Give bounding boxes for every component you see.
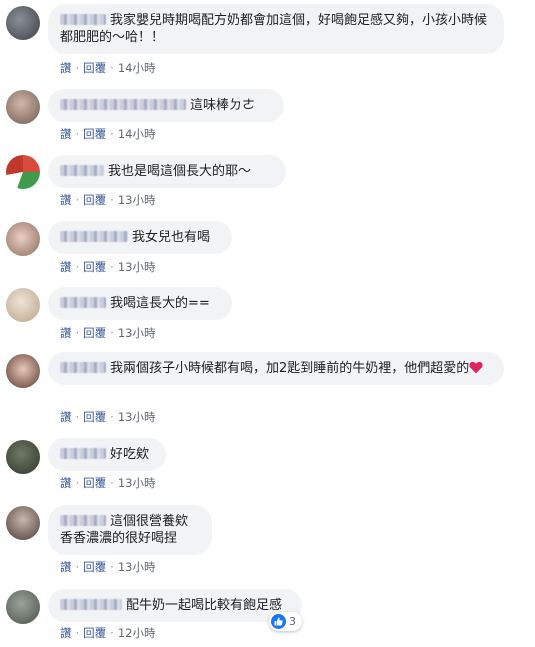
comment-text: 我兩個孩子小時候都有喝，加2匙到睡前的牛奶裡，他們超愛的	[110, 361, 470, 376]
avatar[interactable]	[6, 222, 40, 256]
comment-bubble: 配牛奶一起喝比較有飽足感 3	[48, 589, 302, 631]
commenter-name[interactable]	[60, 165, 104, 176]
like-link[interactable]: 讚	[60, 626, 72, 640]
commenter-name[interactable]	[60, 231, 128, 242]
avatar[interactable]	[6, 6, 40, 40]
avatar[interactable]	[6, 590, 40, 624]
timestamp[interactable]: 14小時	[118, 127, 156, 141]
reply-link[interactable]: 回覆	[83, 193, 106, 207]
reply-link[interactable]: 回覆	[83, 410, 106, 424]
avatar[interactable]	[6, 506, 40, 540]
comment-bubble: 我家嬰兒時期喝配方奶都會加這個，好喝飽足感又夠，小孩小時候都肥肥的～哈！！	[48, 4, 504, 54]
thumbs-up-icon	[271, 614, 286, 629]
avatar[interactable]	[6, 90, 40, 124]
comment-text: 我也是喝這個長大的耶～	[108, 164, 252, 179]
avatar[interactable]	[6, 354, 40, 388]
comment-bubble: 我女兒也有喝	[48, 221, 232, 254]
avatar[interactable]	[6, 288, 40, 322]
comment-actions: 讚 · 回覆 · 13小時	[60, 193, 156, 207]
like-link[interactable]: 讚	[60, 410, 72, 424]
comment-bubble: 好吃欸	[48, 438, 166, 471]
comment-actions: 讚 · 回覆 · 12小時	[60, 626, 156, 640]
avatar[interactable]	[6, 440, 40, 474]
reply-link[interactable]: 回覆	[83, 326, 106, 340]
reply-link[interactable]: 回覆	[83, 61, 106, 75]
timestamp[interactable]: 13小時	[118, 260, 156, 274]
comment-text: 好吃欸	[110, 447, 150, 462]
comment-bubble: 我喝這長大的==	[48, 287, 232, 320]
like-link[interactable]: 讚	[60, 260, 72, 274]
commenter-name[interactable]	[60, 362, 106, 373]
timestamp[interactable]: 13小時	[118, 560, 156, 574]
reply-link[interactable]: 回覆	[83, 127, 106, 141]
timestamp[interactable]: 14小時	[118, 61, 156, 75]
like-link[interactable]: 讚	[60, 127, 72, 141]
commenter-name[interactable]	[60, 448, 106, 459]
commenter-name[interactable]	[60, 297, 106, 308]
timestamp[interactable]: 13小時	[118, 193, 156, 207]
avatar[interactable]	[6, 155, 40, 189]
comment-actions: 讚 · 回覆 · 13小時	[60, 560, 156, 574]
like-link[interactable]: 讚	[60, 326, 72, 340]
commenter-name[interactable]	[60, 99, 186, 110]
comment-text: 我女兒也有喝	[132, 230, 211, 245]
comment-actions: 讚 · 回覆 · 13小時	[60, 260, 156, 274]
timestamp[interactable]: 13小時	[118, 410, 156, 424]
comment-text: 我喝這長大的==	[110, 296, 210, 311]
reply-link[interactable]: 回覆	[83, 476, 106, 490]
comment-bubble: 這味棒ㄉㄜ	[48, 89, 284, 122]
comment-text: 這味棒ㄉㄜ	[190, 98, 256, 113]
comment-actions: 讚 · 回覆 · 13小時	[60, 476, 156, 490]
timestamp[interactable]: 13小時	[118, 476, 156, 490]
heart-icon	[469, 361, 483, 374]
reaction-summary[interactable]: 3	[269, 612, 302, 631]
commenter-name[interactable]	[60, 515, 106, 526]
reply-link[interactable]: 回覆	[83, 260, 106, 274]
timestamp[interactable]: 12小時	[118, 626, 156, 640]
comment-actions: 讚 · 回覆 · 14小時	[60, 127, 156, 141]
timestamp[interactable]: 13小時	[118, 326, 156, 340]
comment-text: 我家嬰兒時期喝配方奶都會加這個，好喝飽足感又夠，小孩小時候都肥肥的～哈！！	[60, 13, 488, 45]
comment-bubble: 我也是喝這個長大的耶～	[48, 155, 286, 188]
like-link[interactable]: 讚	[60, 560, 72, 574]
comment-bubble: 我兩個孩子小時候都有喝，加2匙到睡前的牛奶裡，他們超愛的	[48, 352, 504, 385]
comment-actions: 讚 · 回覆 · 14小時	[60, 61, 156, 75]
comment-actions: 讚 · 回覆 · 13小時	[60, 326, 156, 340]
comment-bubble: 這個很營養欸 香香濃濃的很好喝捏	[48, 505, 212, 555]
like-link[interactable]: 讚	[60, 61, 72, 75]
commenter-name[interactable]	[60, 599, 122, 610]
reaction-count: 3	[289, 615, 296, 628]
commenter-name[interactable]	[60, 14, 106, 25]
comment-actions: 讚 · 回覆 · 13小時	[60, 410, 156, 424]
reply-link[interactable]: 回覆	[83, 626, 106, 640]
comment-text: 配牛奶一起喝比較有飽足感	[126, 598, 283, 613]
reply-link[interactable]: 回覆	[83, 560, 106, 574]
like-link[interactable]: 讚	[60, 476, 72, 490]
like-link[interactable]: 讚	[60, 193, 72, 207]
